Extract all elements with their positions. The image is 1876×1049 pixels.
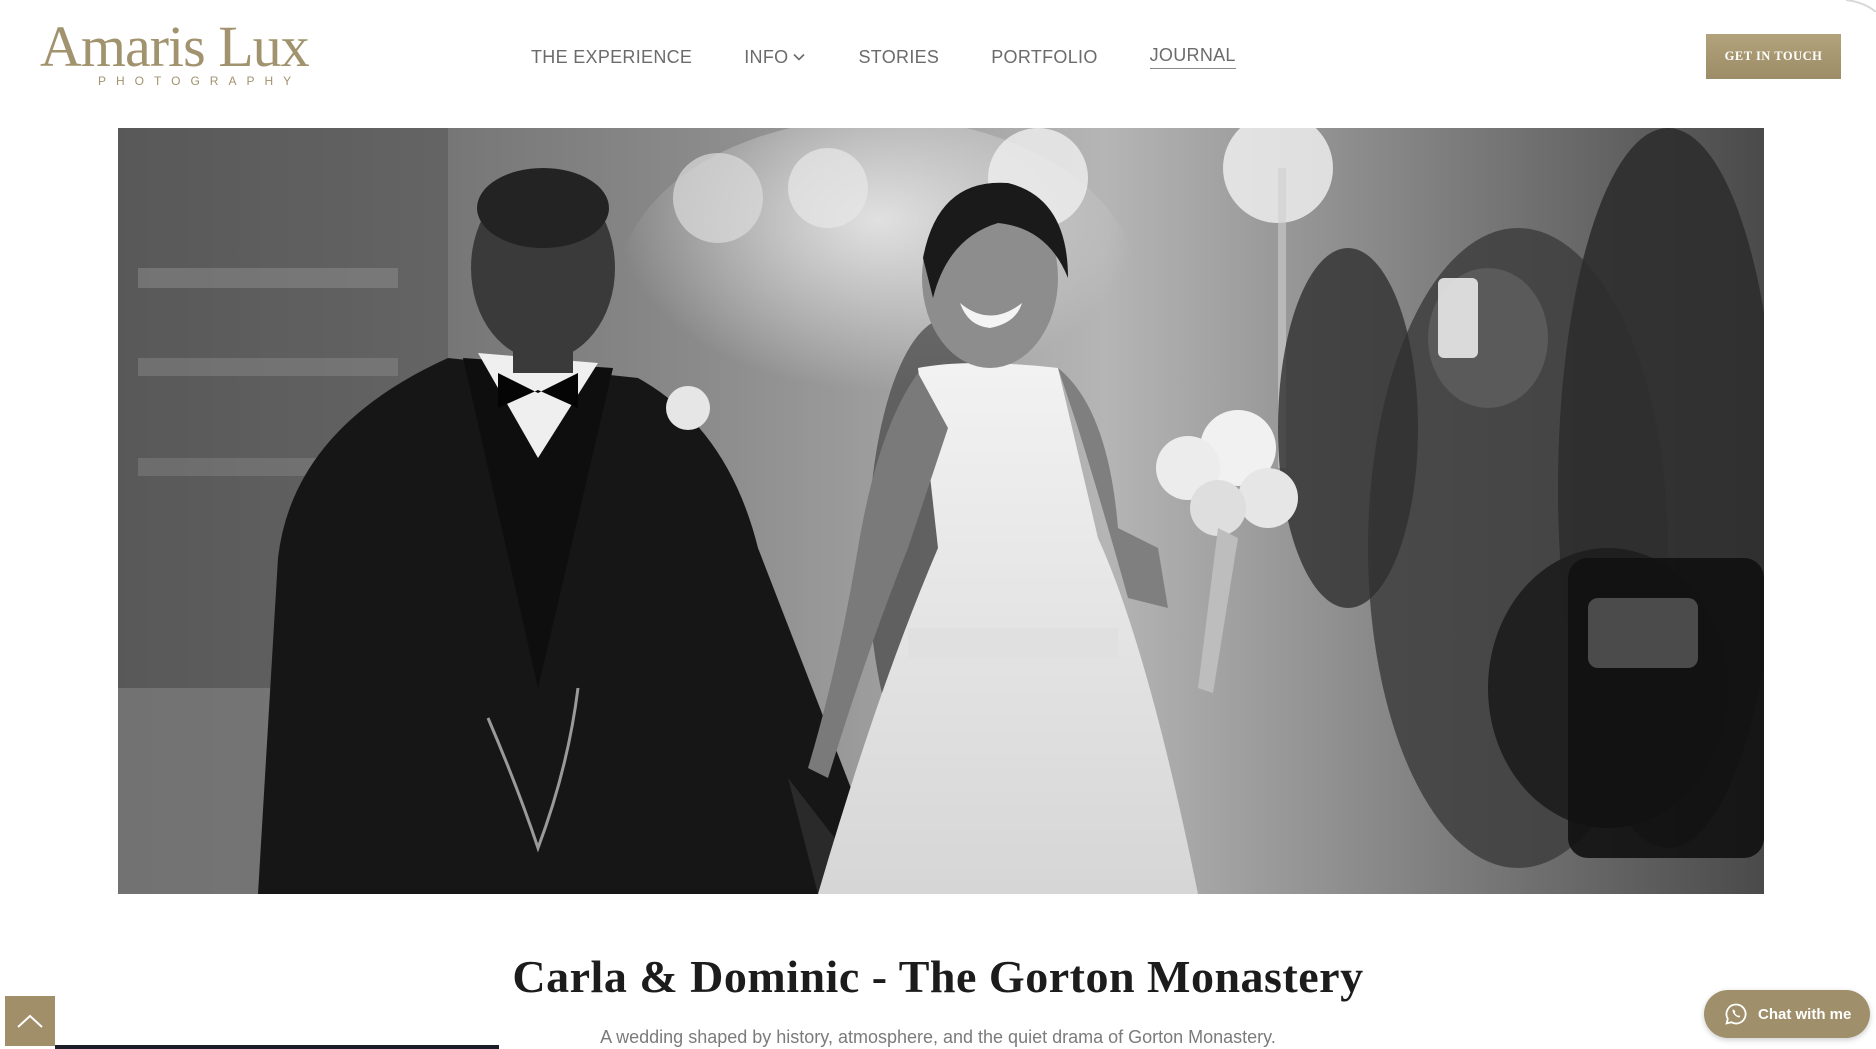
site-header: Amaris Lux PHOTOGRAPHY THE EXPERIENCE IN… bbox=[0, 0, 1876, 112]
scroll-to-top-button[interactable] bbox=[5, 996, 55, 1046]
nav-item-the-experience[interactable]: THE EXPERIENCE bbox=[531, 47, 692, 68]
get-in-touch-button[interactable]: GET IN TOUCH bbox=[1706, 34, 1841, 79]
whatsapp-icon bbox=[1725, 1003, 1747, 1025]
hero-photo bbox=[118, 128, 1764, 894]
chat-with-me-button[interactable]: Chat with me bbox=[1704, 990, 1870, 1038]
brand-tagline: PHOTOGRAPHY bbox=[98, 74, 302, 88]
corner-shadow-decoration bbox=[1846, 0, 1876, 12]
nav-item-info-label: INFO bbox=[744, 46, 789, 67]
chevron-up-icon bbox=[17, 1014, 43, 1028]
chat-label: Chat with me bbox=[1758, 1005, 1852, 1023]
brand-name: Amaris Lux bbox=[40, 14, 310, 79]
post-title: Carla & Dominic - The Gorton Monastery bbox=[512, 951, 1364, 1002]
nav-item-portfolio[interactable]: PORTFOLIO bbox=[991, 47, 1097, 68]
brand-logo[interactable]: Amaris Lux PHOTOGRAPHY bbox=[40, 18, 350, 90]
wedding-photo-illustration bbox=[118, 128, 1764, 894]
nav-item-journal[interactable]: JOURNAL bbox=[1149, 45, 1236, 69]
nav-item-info[interactable]: INFO bbox=[744, 47, 806, 68]
main-nav: THE EXPERIENCE INFO STORIES PORTFOLIO JO… bbox=[531, 44, 1288, 70]
reading-progress-bar bbox=[55, 1045, 499, 1049]
nav-item-stories[interactable]: STORIES bbox=[858, 47, 939, 68]
chevron-down-icon bbox=[793, 53, 806, 61]
